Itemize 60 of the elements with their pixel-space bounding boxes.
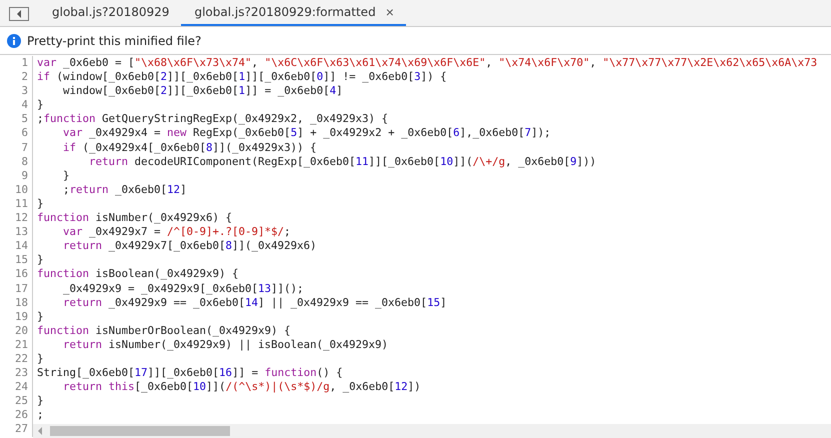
code-line: ;function GetQueryStringRegExp(_0x4929x2, _0x4929x3) { <box>36 112 388 126</box>
file-tab[interactable]: global.js?20180929 <box>39 0 182 26</box>
code-line: String[_0x6eb0[17]][_0x6eb0[16]] = function() { <box>36 366 343 380</box>
code-line: var _0x6eb0 = ["\x68\x6F\x73\x74", "\x6C\x6F\x63\x61\x74\x69\x6F\x6E", "\x74\x6F\x70", "\x77\x77\x77\x2E\x62\x65\x6A\x73 <box>36 56 818 70</box>
line-number: 19 <box>0 310 33 324</box>
code-line: } <box>36 253 44 268</box>
line-number: 12 <box>0 211 33 226</box>
line-number: 7 <box>0 140 33 155</box>
code-line: var _0x4929x4 = new RegExp(_0x6eb0[5] + _0x4929x2 + _0x6eb0[6],_0x6eb0[7]); <box>62 126 551 141</box>
line-number: 23 <box>0 366 33 380</box>
code-line: return isNumber(_0x4929x9) || isBoolean(_0x4929x9) <box>62 338 388 352</box>
line-number: 26 <box>0 408 33 422</box>
code-line: } <box>62 168 70 183</box>
code-line: } <box>36 310 44 324</box>
code-line: } <box>36 352 44 366</box>
code-line: var _0x4929x7 = /^[0-9]+.?[0-9]*$/; <box>62 225 291 240</box>
line-number: 20 <box>0 324 33 338</box>
code-line: ;return _0x6eb0[12] <box>62 182 187 197</box>
code-line: function isBoolean(_0x4929x9) { <box>36 267 239 282</box>
code-line: if (window[_0x6eb0[2]][_0x6eb0[1]][_0x6eb0[0]] != _0x6eb0[3]) { <box>36 70 447 84</box>
line-number: 18 <box>0 296 33 310</box>
code-line: _0x4929x9 = _0x4929x9[_0x6eb0[13]](); <box>62 282 304 296</box>
code-line: ; <box>36 408 44 422</box>
line-number: 17 <box>0 282 33 296</box>
line-number: 6 <box>0 126 33 141</box>
line-number: 14 <box>0 239 33 254</box>
info-icon <box>7 34 21 48</box>
line-number: 5 <box>0 112 33 126</box>
line-number: 9 <box>0 168 33 183</box>
code-line: return this[_0x6eb0[10]](/(^\s*)|(\s*$)/g, _0x6eb0[12]) <box>62 380 421 394</box>
line-number: 1 <box>0 56 33 70</box>
line-number: 8 <box>0 154 33 169</box>
file-tab[interactable]: global.js?20180929:formatted × <box>181 0 406 26</box>
code-line: window[_0x6eb0[2]][_0x6eb0[1]] = _0x6eb0[4] <box>62 84 343 98</box>
code-line: return _0x4929x9 == _0x6eb0[14] || _0x4929x9 == _0x6eb0[15] <box>62 296 447 310</box>
line-number: 15 <box>0 253 33 268</box>
code-line: function isNumberOrBoolean(_0x4929x9) { <box>36 324 291 338</box>
line-number: 16 <box>0 267 33 282</box>
line-number: 3 <box>0 84 33 98</box>
line-number: 22 <box>0 352 33 366</box>
code-line: function isNumber(_0x4929x6) { <box>36 211 232 226</box>
code-line: return _0x4929x7[_0x6eb0[8]](_0x4929x6) <box>62 239 317 254</box>
code-line: } <box>36 98 44 112</box>
code-line: return decodeURIComponent(RegExp[_0x6eb0[11]][_0x6eb0[10]](/\+/g, _0x6eb0[9])) <box>88 154 596 169</box>
sidebar-toggle-icon[interactable] <box>9 7 29 21</box>
code-line: } <box>36 196 44 212</box>
line-number: 10 <box>0 182 33 197</box>
code-line: } <box>36 394 44 408</box>
horizontal-scrollbar[interactable] <box>33 424 831 438</box>
code-line: if (_0x4929x4[_0x6eb0[8]](_0x4929x3)) { <box>62 140 317 155</box>
close-button[interactable]: × <box>386 5 394 19</box>
line-number: 24 <box>0 380 33 394</box>
line-number: 2 <box>0 70 33 84</box>
line-number: 11 <box>0 196 33 212</box>
line-number: 13 <box>0 225 33 240</box>
infobar-message: Pretty-print this minified file? <box>27 34 202 48</box>
line-number: 4 <box>0 98 33 112</box>
line-number: 21 <box>0 338 33 352</box>
line-number: 25 <box>0 394 33 408</box>
scroll-left-icon[interactable] <box>37 427 43 435</box>
